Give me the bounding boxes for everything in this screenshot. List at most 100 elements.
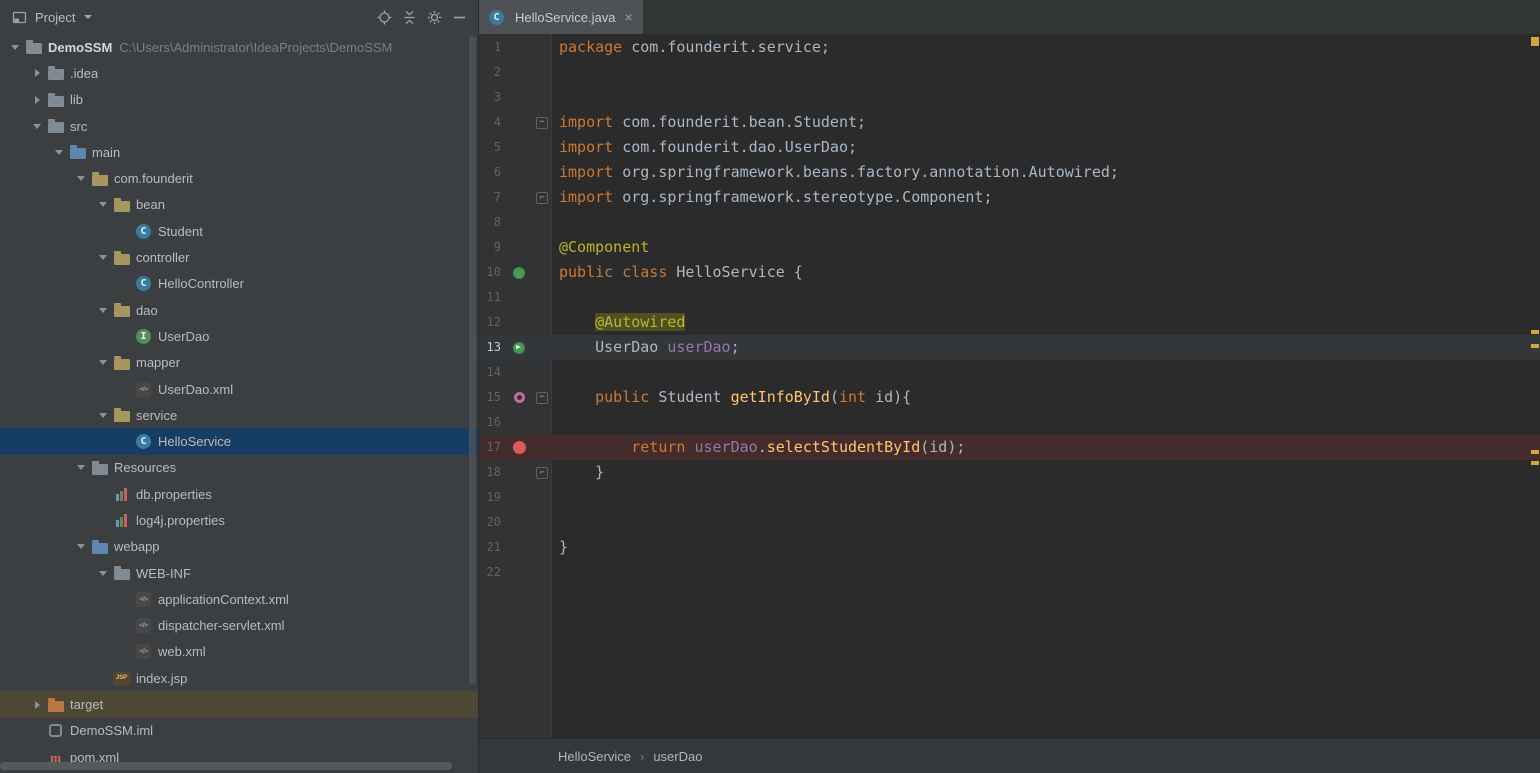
code-line-3[interactable]: 3 <box>479 85 1540 110</box>
code-line-21[interactable]: 21} <box>479 535 1540 560</box>
tree-row-com-founderit[interactable]: com.founderit <box>0 165 478 191</box>
code-line-19[interactable]: 19 <box>479 485 1540 510</box>
line-number[interactable]: 17 <box>479 435 506 460</box>
tree-row-log4j-properties[interactable]: log4j.properties <box>0 507 478 533</box>
fold-marker-start[interactable] <box>532 110 552 135</box>
code-line-7[interactable]: 7import org.springframework.stereotype.C… <box>479 185 1540 210</box>
line-number[interactable]: 2 <box>479 60 506 85</box>
chevron-expanded-icon[interactable] <box>94 308 112 313</box>
tree-horizontal-scrollbar[interactable] <box>0 762 470 770</box>
code-editor[interactable]: 1package com.founderit.service;234import… <box>479 34 1540 738</box>
tree-row-demossm[interactable]: DemoSSMC:\Users\Administrator\IdeaProjec… <box>0 34 478 60</box>
tree-row-applicationcontext-xml[interactable]: </>applicationContext.xml <box>0 586 478 612</box>
project-panel-title[interactable]: Project <box>35 10 75 25</box>
tree-row-demossm-iml[interactable]: DemoSSM.iml <box>0 718 478 744</box>
line-number[interactable]: 7 <box>479 185 506 210</box>
line-number[interactable]: 14 <box>479 360 506 385</box>
chevron-down-icon[interactable] <box>84 15 92 19</box>
chevron-expanded-icon[interactable] <box>94 202 112 207</box>
scrollbar-thumb[interactable] <box>0 762 452 770</box>
locate-file-icon[interactable] <box>375 9 393 25</box>
error-stripe-mark[interactable] <box>1531 330 1539 334</box>
code-line-15[interactable]: 15 public Student getInfoById(int id){ <box>479 385 1540 410</box>
error-stripe-mark[interactable] <box>1531 450 1539 454</box>
fold-marker-end[interactable] <box>532 185 552 210</box>
breadcrumb-userdao[interactable]: userDao <box>653 749 702 764</box>
chevron-expanded-icon[interactable] <box>72 544 90 549</box>
code-line-20[interactable]: 20 <box>479 510 1540 535</box>
line-number[interactable]: 6 <box>479 160 506 185</box>
chevron-collapsed-icon[interactable] <box>28 701 46 709</box>
line-number[interactable]: 20 <box>479 510 506 535</box>
code-line-18[interactable]: 18 } <box>479 460 1540 485</box>
tree-vertical-scrollbar[interactable] <box>468 34 477 761</box>
code-line-11[interactable]: 11 <box>479 285 1540 310</box>
chevron-expanded-icon[interactable] <box>94 360 112 365</box>
line-number[interactable]: 15 <box>479 385 506 410</box>
chevron-collapsed-icon[interactable] <box>28 96 46 104</box>
code-line-22[interactable]: 22 <box>479 560 1540 585</box>
hide-panel-icon[interactable] <box>450 9 468 25</box>
close-tab-icon[interactable]: × <box>624 10 632 24</box>
line-number[interactable]: 12 <box>479 310 506 335</box>
line-number[interactable]: 5 <box>479 135 506 160</box>
line-number[interactable]: 1 <box>479 35 506 60</box>
tree-row-bean[interactable]: bean <box>0 192 478 218</box>
line-number[interactable]: 22 <box>479 560 506 585</box>
tree-row-dao[interactable]: dao <box>0 297 478 323</box>
error-stripe-mark[interactable] <box>1531 344 1539 348</box>
line-number[interactable]: 18 <box>479 460 506 485</box>
spring-bean-icon[interactable] <box>506 260 532 285</box>
scrollbar-thumb[interactable] <box>469 36 476 684</box>
code-line-9[interactable]: 9@Component <box>479 235 1540 260</box>
collapse-all-icon[interactable] <box>400 9 418 25</box>
chevron-expanded-icon[interactable] <box>72 176 90 181</box>
line-number[interactable]: 19 <box>479 485 506 510</box>
code-line-1[interactable]: 1package com.founderit.service; <box>479 35 1540 60</box>
line-number[interactable]: 10 <box>479 260 506 285</box>
error-stripe-mark[interactable] <box>1531 461 1539 465</box>
line-number[interactable]: 4 <box>479 110 506 135</box>
code-line-5[interactable]: 5import com.founderit.dao.UserDao; <box>479 135 1540 160</box>
chevron-expanded-icon[interactable] <box>72 465 90 470</box>
tree-row-student[interactable]: CStudent <box>0 218 478 244</box>
spring-bean-method-icon[interactable] <box>506 385 532 410</box>
tree-row-webapp[interactable]: webapp <box>0 534 478 560</box>
chevron-expanded-icon[interactable] <box>28 124 46 129</box>
line-number[interactable]: 3 <box>479 85 506 110</box>
error-stripe-mark[interactable] <box>1531 37 1539 46</box>
line-number[interactable]: 16 <box>479 410 506 435</box>
code-line-13[interactable]: 13 UserDao userDao; <box>479 335 1540 360</box>
tree-row-web-xml[interactable]: </>web.xml <box>0 639 478 665</box>
breakpoint-icon[interactable] <box>506 435 532 460</box>
tree-row-resources[interactable]: Resources <box>0 455 478 481</box>
tree-row-dispatcher-servlet-xml[interactable]: </>dispatcher-servlet.xml <box>0 613 478 639</box>
chevron-expanded-icon[interactable] <box>6 45 24 50</box>
tree-row-userdao-xml[interactable]: </>UserDao.xml <box>0 376 478 402</box>
code-line-2[interactable]: 2 <box>479 60 1540 85</box>
tree-row-index-jsp[interactable]: JSPindex.jsp <box>0 665 478 691</box>
tree-row-userdao[interactable]: IUserDao <box>0 323 478 349</box>
tree-row-idea[interactable]: .idea <box>0 60 478 86</box>
chevron-expanded-icon[interactable] <box>94 571 112 576</box>
fold-marker-start[interactable] <box>532 385 552 410</box>
code-line-16[interactable]: 16 <box>479 410 1540 435</box>
chevron-expanded-icon[interactable] <box>94 413 112 418</box>
code-line-8[interactable]: 8 <box>479 210 1540 235</box>
tree-row-target[interactable]: target <box>0 691 478 717</box>
breadcrumb-helloservice[interactable]: HelloService <box>558 749 631 764</box>
code-line-12[interactable]: 12 @Autowired <box>479 310 1540 335</box>
line-number[interactable]: 11 <box>479 285 506 310</box>
tree-row-hellocontroller[interactable]: CHelloController <box>0 271 478 297</box>
tree-row-main[interactable]: main <box>0 139 478 165</box>
chevron-expanded-icon[interactable] <box>94 255 112 260</box>
tree-row-src[interactable]: src <box>0 113 478 139</box>
tab-helloservice-java[interactable]: C HelloService.java × <box>479 0 643 34</box>
tree-row-mapper[interactable]: mapper <box>0 350 478 376</box>
line-number[interactable]: 13 <box>479 335 506 360</box>
line-number[interactable]: 9 <box>479 235 506 260</box>
line-number[interactable]: 21 <box>479 535 506 560</box>
chevron-expanded-icon[interactable] <box>50 150 68 155</box>
tree-row-db-properties[interactable]: db.properties <box>0 481 478 507</box>
tree-row-lib[interactable]: lib <box>0 87 478 113</box>
